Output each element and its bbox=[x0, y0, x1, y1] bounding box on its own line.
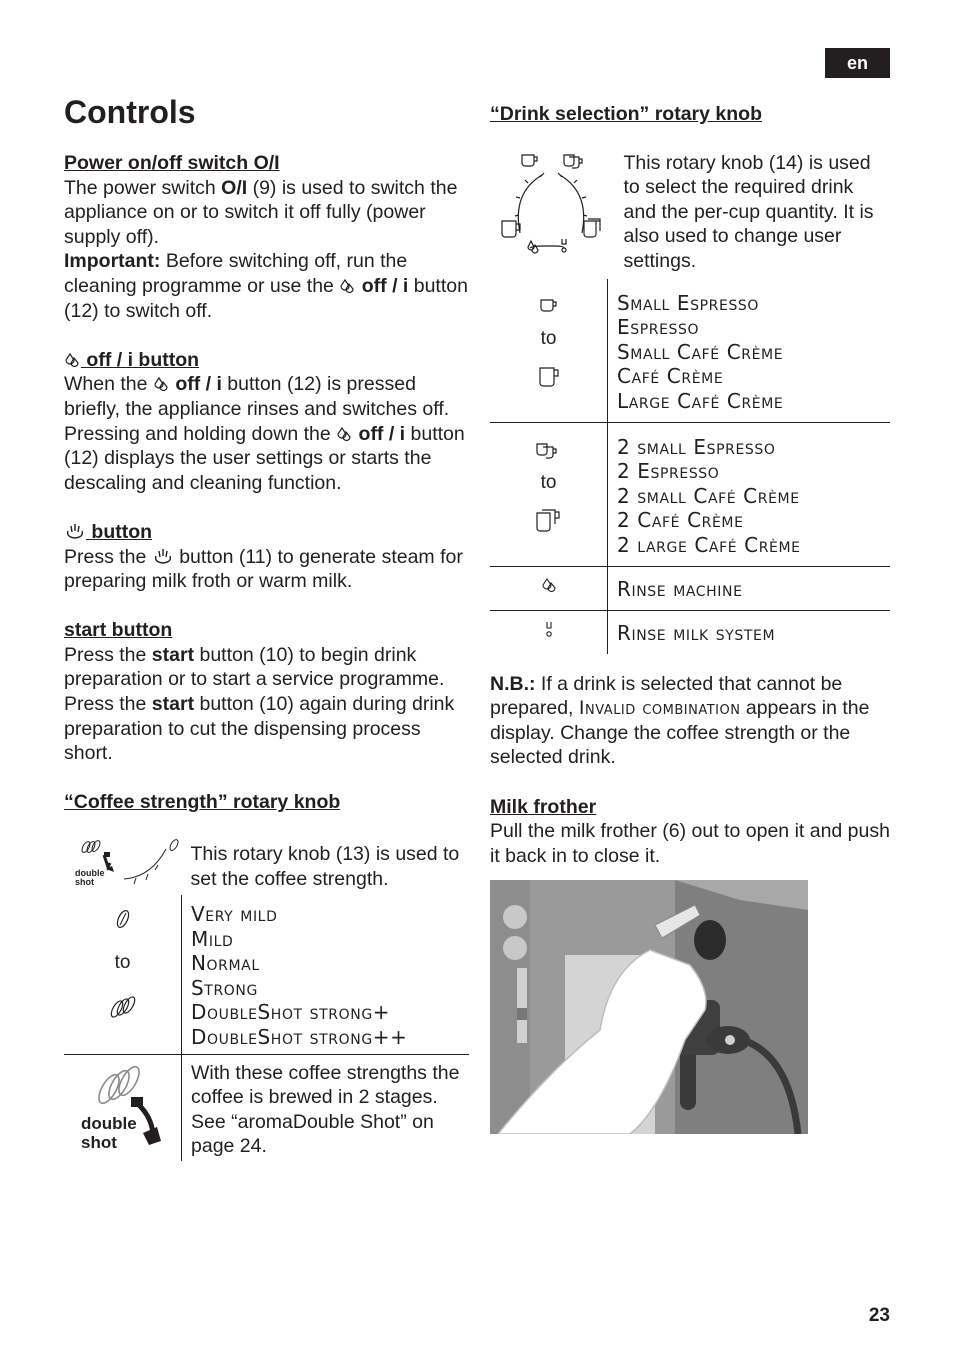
drink-option: 2 Café Crème bbox=[617, 508, 744, 533]
range-to-label: to bbox=[114, 952, 131, 974]
rinse-milk-option: Rinse milk system bbox=[607, 609, 890, 654]
one-bean-icon bbox=[116, 910, 129, 929]
language-badge: en bbox=[825, 48, 890, 78]
drink-selection-section: “Drink selection” rotary knob This rotar… bbox=[490, 102, 890, 654]
strength-knob-diagram: double shot bbox=[64, 839, 182, 895]
double-shot-label: shot bbox=[75, 877, 94, 887]
milk-frother-section: Milk frother Pull the milk frother (6) o… bbox=[490, 795, 890, 1135]
drink-option: Small Espresso bbox=[617, 290, 760, 315]
drink-knob-icon bbox=[501, 153, 601, 254]
rinse-drop-icon bbox=[340, 278, 354, 294]
page-number: 23 bbox=[868, 1305, 890, 1326]
section-heading: “Drink selection” rotary knob bbox=[490, 103, 762, 125]
range-to-label: to bbox=[540, 327, 557, 349]
coffee-strength-section: “Coffee strength” rotary knob double sho… bbox=[64, 790, 469, 1161]
strength-option: Very mild bbox=[191, 902, 278, 927]
drink-option: Small Café Crème bbox=[617, 339, 784, 364]
start-button-section: start button Press the start button (10)… bbox=[64, 618, 469, 766]
paragraph: Pull the milk frother (6) out to open it… bbox=[490, 820, 890, 867]
section-heading: Milk frother bbox=[490, 795, 597, 818]
small-cup-icon bbox=[539, 298, 557, 312]
strength-range-icons: to bbox=[64, 895, 182, 1055]
strength-option: Normal bbox=[191, 951, 260, 976]
strength-intro: This rotary knob (13) is used to set the… bbox=[190, 843, 460, 890]
strength-option: DoubleShot strong+ bbox=[191, 1000, 391, 1025]
steam-button-section: button Press the button (11) to generate… bbox=[64, 520, 469, 594]
double-cup-range-icons: to bbox=[490, 421, 608, 567]
strength-option: DoubleShot strong++ bbox=[191, 1025, 408, 1049]
section-heading: button bbox=[64, 520, 469, 545]
section-heading: “Coffee strength” rotary knob bbox=[64, 791, 341, 814]
double-shot-description: With these coffee strengths the coffee i… bbox=[181, 1053, 469, 1161]
page-title: Controls bbox=[64, 94, 196, 130]
drink-option: Café Crème bbox=[617, 364, 724, 389]
strength-options-list: Very mild Mild Normal Strong DoubleShot … bbox=[182, 895, 470, 1054]
section-heading: off / i button bbox=[64, 348, 469, 373]
paragraph: Press the start button (10) to begin dri… bbox=[64, 643, 455, 765]
drink-option: 2 small Espresso bbox=[617, 434, 776, 459]
nb-note: N.B.: If a drink is selected that cannot… bbox=[490, 672, 890, 770]
rinse-drop-icon bbox=[65, 352, 79, 367]
rinse-milk-icon-cell bbox=[490, 609, 608, 654]
double-shot-icon: double shot bbox=[81, 1065, 161, 1152]
paragraph: N.B.: If a drink is selected that cannot… bbox=[490, 672, 870, 769]
steam-icon bbox=[154, 548, 171, 564]
section-heading: start button bbox=[64, 619, 173, 642]
two-small-cups-icon bbox=[535, 442, 557, 459]
drink-option: 2 small Café Crème bbox=[617, 483, 800, 508]
strength-option: Strong bbox=[191, 975, 258, 1000]
drink-option: Large Café Crème bbox=[617, 388, 784, 413]
paragraph: Important: Before switching off, run the… bbox=[64, 250, 468, 322]
right-column: “Drink selection” rotary knob This rotar… bbox=[490, 102, 890, 1135]
off-i-button-section: off / i button When the off / i button (… bbox=[64, 348, 469, 496]
large-cup-icon bbox=[538, 367, 559, 387]
display-message: Invalid combination bbox=[578, 697, 741, 720]
double-shot-label: double bbox=[81, 1114, 137, 1133]
section-heading: Power on/off switch O/I bbox=[64, 152, 280, 174]
strength-knob-icon: double shot bbox=[75, 839, 179, 887]
steam-icon bbox=[66, 523, 84, 539]
power-switch-section: Power on/off switch O/I The power switch… bbox=[64, 151, 469, 323]
double-shot-icon-cell: double shot bbox=[64, 1053, 182, 1161]
double-drink-options: 2 small Espresso 2 Espresso 2 small Café… bbox=[607, 421, 890, 567]
coffee-strength-table: double shot This rotary knob (13) is use… bbox=[64, 839, 469, 1161]
drink-option: Espresso bbox=[617, 315, 700, 340]
paragraph: The power switch O/I (9) is used to swit… bbox=[64, 176, 458, 248]
drink-selection-table: This rotary knob (14) is used to select … bbox=[490, 151, 890, 654]
double-shot-label: shot bbox=[81, 1133, 117, 1152]
milk-system-icon bbox=[545, 621, 552, 637]
left-column: Power on/off switch O/I The power switch… bbox=[64, 151, 469, 1161]
drink-option: 2 Espresso bbox=[617, 459, 720, 484]
rinse-drop-icon bbox=[154, 377, 168, 392]
two-large-cups-icon bbox=[535, 509, 560, 532]
single-cup-range-icons: to bbox=[490, 278, 608, 423]
paragraph: Press the button (11) to generate steam … bbox=[64, 545, 463, 593]
single-drink-options: Small Espresso Espresso Small Café Crème… bbox=[608, 279, 891, 422]
rinse-drop-icon bbox=[337, 426, 351, 441]
rinse-drop-icon bbox=[541, 577, 556, 592]
strength-option: Mild bbox=[191, 926, 234, 951]
rinse-machine-icon-cell bbox=[490, 565, 608, 611]
drink-option: 2 large Café Crème bbox=[617, 532, 801, 557]
milk-frother-illustration bbox=[490, 880, 808, 1135]
drink-knob-diagram bbox=[490, 151, 608, 279]
range-to-label: to bbox=[540, 471, 557, 493]
three-beans-icon bbox=[110, 995, 135, 1018]
drink-intro: This rotary knob (14) is used to select … bbox=[623, 151, 874, 272]
rinse-machine-option: Rinse machine bbox=[607, 565, 890, 611]
paragraph: When the off / i button (12) is pressed … bbox=[64, 373, 465, 494]
